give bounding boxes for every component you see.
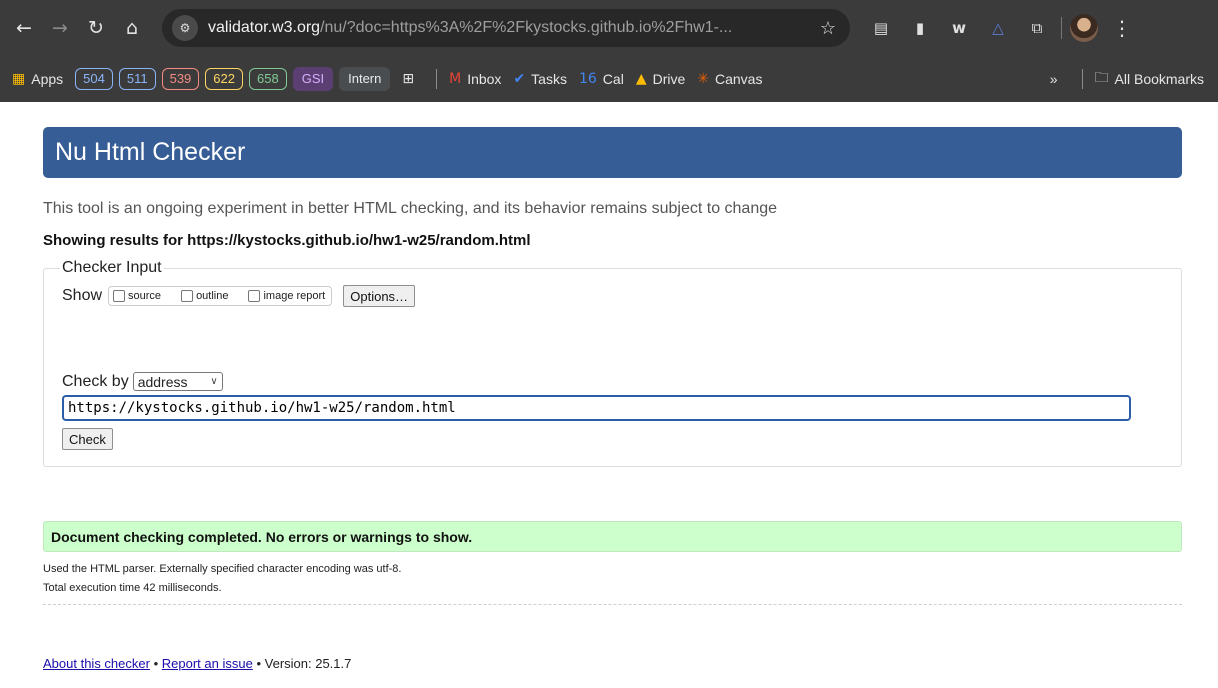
bookmark-pill-intern[interactable]: Intern [339, 67, 391, 91]
bookmark-tasks[interactable]: ✔ Tasks [513, 71, 567, 87]
forward-icon[interactable]: → [44, 12, 76, 44]
bookmark-pill-539[interactable]: 539 [161, 68, 200, 90]
bookmark-label: Drive [652, 71, 686, 87]
check-by-select[interactable]: address ∨ [132, 372, 223, 391]
show-options-group: source outline image report [108, 286, 333, 306]
footer-separator-2: • [256, 656, 262, 671]
tasks-icon: ✔ [513, 71, 526, 87]
outline-label[interactable]: outline [196, 290, 228, 302]
url-path: /nu/?doc=https%3A%2F%2Fkystocks.github.i… [320, 19, 733, 36]
footer-separator-1: • [153, 656, 159, 671]
browser-toolbar: ← → ↻ ⌂ ⚙ validator.w3.org/nu/?doc=https… [0, 0, 1218, 56]
lead-text: This tool is an ongoing experiment in be… [43, 200, 778, 217]
page-title: Nu Html Checker [43, 127, 1182, 178]
bookmark-pills: 504 511 539 622 658 GSI Intern [75, 67, 396, 91]
execution-time: Total execution time 42 milliseconds. [43, 582, 222, 594]
address-bar[interactable]: ⚙ validator.w3.org/nu/?doc=https%3A%2F%2… [162, 9, 850, 47]
reload-icon[interactable]: ↻ [80, 12, 112, 44]
calendar-icon: 16 [578, 71, 597, 87]
parser-details: Used the HTML parser. Externally specifi… [43, 563, 402, 575]
bookmark-label: Tasks [531, 71, 567, 87]
chevron-down-icon: ∨ [210, 376, 218, 387]
bookmark-pill-504[interactable]: 504 [75, 68, 113, 90]
profile-avatar[interactable] [1070, 14, 1098, 42]
all-bookmarks-label: All Bookmarks [1114, 71, 1204, 87]
bookmark-star-icon[interactable]: ☆ [820, 18, 836, 39]
gmail-icon: M [449, 71, 462, 87]
bookmarks-overflow-icon[interactable]: » [1050, 71, 1058, 87]
checker-input-legend: Checker Input [62, 259, 162, 276]
source-label[interactable]: source [128, 290, 161, 302]
bookmark-cal[interactable]: 16 Cal [579, 71, 624, 87]
extensions-area: ▤ ▮ w △ ⧉ ⋮ [866, 13, 1132, 43]
bookmark-label: Cal [602, 71, 624, 87]
url-text[interactable]: validator.w3.org/nu/?doc=https%3A%2F%2Fk… [208, 19, 732, 37]
details-block: Used the HTML parser. Externally specifi… [43, 560, 1182, 598]
back-icon[interactable]: ← [8, 12, 40, 44]
folder-icon: 🗀 [1094, 70, 1109, 86]
wave-icon[interactable]: w [944, 13, 974, 43]
bookmarks-right: » 🗀 All Bookmarks [1050, 67, 1204, 91]
status-message: Document checking completed. No errors o… [43, 521, 1182, 552]
show-options-row: Show source outline image report Options… [62, 285, 1163, 307]
grid-icon: ⊞ [402, 71, 415, 87]
document-icon[interactable]: ▮ [905, 13, 935, 43]
bookmark-apps-label: Apps [31, 71, 64, 87]
bookmarks-divider [436, 69, 438, 89]
address-input[interactable]: https://kystocks.github.io/hw1-w25/rando… [62, 395, 1131, 421]
triangle-icon[interactable]: △ [983, 13, 1013, 43]
bookmark-apps[interactable]: ▦ Apps [12, 71, 63, 87]
checker-input-fieldset: Checker Input Show source outline image … [43, 259, 1182, 467]
bookmark-drive[interactable]: ▲ Drive [636, 71, 685, 87]
home-icon[interactable]: ⌂ [116, 12, 148, 44]
menu-kebab-icon[interactable]: ⋮ [1112, 16, 1132, 40]
results-heading: Showing results for https://kystocks.git… [43, 232, 531, 249]
page-content: Nu Html Checker This tool is an ongoing … [0, 102, 1218, 671]
footer: About this checker • Report an issue • V… [43, 656, 1182, 671]
bookmark-grid[interactable]: ⊞ [402, 71, 420, 87]
check-button[interactable]: Check [62, 428, 113, 450]
about-checker-link[interactable]: About this checker [43, 656, 150, 671]
show-label: Show [62, 287, 103, 304]
image-report-checkbox[interactable] [248, 290, 261, 302]
site-info-icon[interactable]: ⚙ [172, 15, 198, 41]
check-by-row: Check by address ∨ [62, 372, 1163, 391]
reader-mode-icon[interactable]: ▤ [866, 13, 896, 43]
all-bookmarks[interactable]: 🗀 All Bookmarks [1095, 67, 1204, 91]
image-report-label[interactable]: image report [263, 290, 325, 302]
bookmark-label: Canvas [715, 71, 763, 87]
bookmarks-divider-right [1081, 69, 1083, 89]
apps-grid-icon: ▦ [12, 71, 26, 87]
bookmark-pill-511[interactable]: 511 [118, 68, 156, 90]
drive-icon: ▲ [635, 71, 647, 87]
url-host: validator.w3.org [208, 19, 321, 36]
bookmark-pill-622[interactable]: 622 [205, 68, 243, 90]
report-issue-link[interactable]: Report an issue [162, 656, 253, 671]
toolbar-divider [1061, 17, 1062, 39]
source-checkbox[interactable] [113, 290, 126, 302]
version-text: Version: 25.1.7 [264, 656, 352, 671]
bookmark-links: M Inbox ✔ Tasks 16 Cal ▲ Drive ✳ Canvas [449, 71, 774, 87]
browser-chrome: ← → ↻ ⌂ ⚙ validator.w3.org/nu/?doc=https… [0, 0, 1218, 102]
canvas-icon: ✳ [697, 71, 709, 87]
extensions-puzzle-icon[interactable]: ⧉ [1022, 13, 1052, 43]
check-by-value: address [137, 373, 188, 390]
check-by-label: Check by [62, 372, 129, 390]
bookmarks-bar: ▦ Apps 504 511 539 622 658 GSI Intern ⊞ M Inbox… [0, 56, 1218, 102]
bookmark-inbox[interactable]: M Inbox [449, 71, 501, 87]
bookmark-pill-658[interactable]: 658 [249, 68, 287, 90]
bookmark-pill-gsi[interactable]: GSI [292, 67, 334, 91]
dashed-divider [43, 604, 1182, 605]
options-button[interactable]: Options… [343, 285, 416, 307]
bookmark-canvas[interactable]: ✳ Canvas [697, 71, 762, 87]
outline-checkbox[interactable] [181, 290, 194, 302]
bookmark-label: Inbox [467, 71, 502, 87]
